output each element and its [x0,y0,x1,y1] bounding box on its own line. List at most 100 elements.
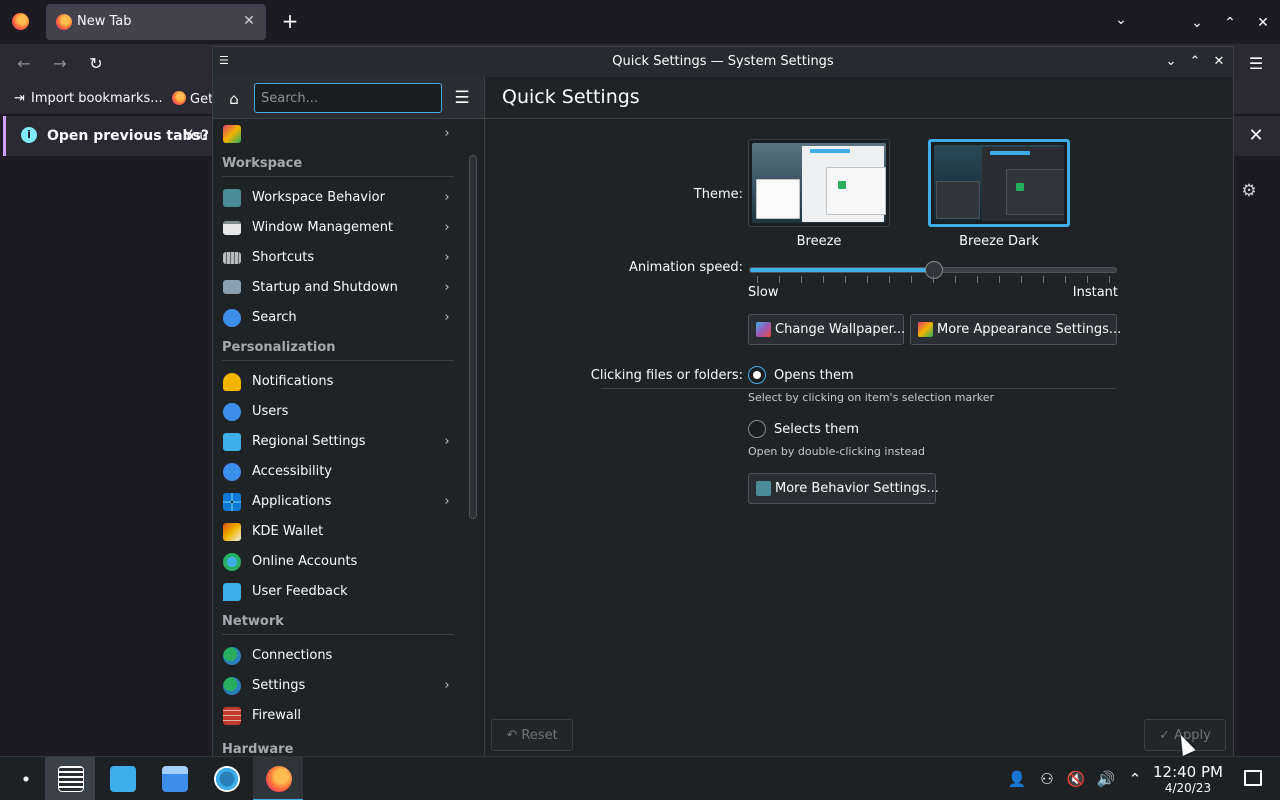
globe-icon [223,647,241,665]
window-close-button[interactable]: ✕ [1209,52,1229,72]
reset-button[interactable]: ↶ Reset [491,719,573,751]
sidebar-item-label: Settings [252,678,306,693]
radio-opens-them[interactable] [748,366,766,384]
task-dolphin[interactable] [149,757,199,800]
clock-date[interactable]: 4/20/23 [1152,781,1224,795]
section-header-hardware: Hardware [222,742,454,757]
sidebar-header: ⌂ ☰ [213,77,484,119]
gear-icon[interactable]: ⚙ [1238,180,1260,202]
browser-minimize-button[interactable]: ⌄ [1186,12,1208,34]
task-discover[interactable] [97,757,147,800]
reload-button[interactable]: ↻ [84,52,108,76]
workspace-behavior-icon [756,481,771,496]
radio-opens-them-hint: Select by clicking on item's selection m… [748,391,994,404]
sidebar-scrollbar[interactable] [469,155,477,519]
sidebar-item-kde-wallet[interactable]: KDE Wallet [215,517,461,547]
browser-menu-button[interactable]: ☰ [1244,52,1268,76]
browser-close-button[interactable]: ✕ [1252,12,1274,34]
speaker-icon[interactable]: 🔊 [1096,769,1116,789]
sidebar-item-window-management[interactable]: Window Management › [215,213,461,243]
search-input[interactable] [254,83,442,113]
more-appearance-label: More Appearance Settings... [937,322,1122,337]
theme-card-breeze-dark[interactable] [928,139,1070,227]
sidebar-item-startup-and-shutdown[interactable]: Startup and Shutdown › [215,273,461,303]
tab-close-icon[interactable]: ✕ [240,12,258,30]
window-title: Quick Settings — System Settings [612,54,834,69]
back-button[interactable]: ← [12,52,36,76]
quick-settings-page: Quick Settings Theme: Breeze Breeze Dark [485,77,1233,757]
more-behavior-settings-button[interactable]: More Behavior Settings... [748,473,939,504]
firefox-logo-icon [12,13,29,30]
sidebar-item-network-settings[interactable]: Settings › [215,671,461,701]
slider-tick [1021,276,1022,283]
user-switch-icon[interactable]: ⚇ [1037,769,1057,789]
user-icon[interactable]: 👤 [1007,769,1027,789]
animation-speed-slider[interactable] [749,261,1117,279]
section-title: Workspace [222,156,303,171]
feedback-icon [223,583,241,601]
slider-tick [977,276,978,283]
sidebar-item-applications[interactable]: Applications › [215,487,461,517]
sidebar-item-accessibility[interactable]: Accessibility [215,457,461,487]
sidebar-item-users[interactable]: Users [215,397,461,427]
sidebar-item-online-accounts[interactable]: Online Accounts [215,547,461,577]
hamburger-menu-button[interactable]: ☰ [451,87,473,109]
notification-close-icon[interactable]: ✕ [1244,124,1268,148]
slider-tick [911,276,912,283]
import-bookmarks-link[interactable]: ⇥ Import bookmarks... [12,91,163,106]
breeze-preview [752,143,886,223]
more-behavior-label: More Behavior Settings... [775,481,939,496]
slider-tick [1043,276,1044,283]
theme-card-breeze[interactable] [748,139,890,227]
sidebar-item-workspace-behavior[interactable]: Workspace Behavior › [215,183,461,213]
show-desktop-icon[interactable] [1244,770,1262,786]
browser-maximize-button[interactable]: ⌃ [1219,12,1241,34]
sidebar-item-regional-settings[interactable]: Regional Settings › [215,427,461,457]
get-started-bookmark[interactable]: Get [172,91,213,107]
clock-time[interactable]: 12:40 PM [1152,763,1224,781]
sidebar-item-label: Firewall [252,708,302,723]
volume-muted-icon[interactable]: 🔇 [1066,769,1086,789]
radio-selects-them[interactable] [748,420,766,438]
workspace-behavior-icon [223,189,241,207]
sidebar-item-label: User Feedback [252,584,348,599]
discover-icon [110,766,136,792]
window-maximize-button[interactable]: ⌃ [1185,52,1205,72]
task-firefox[interactable] [253,757,303,800]
more-appearance-settings-button[interactable]: More Appearance Settings... [910,314,1121,345]
chevron-right-icon: › [444,190,450,205]
radio-opens-them-label[interactable]: Opens them [774,368,854,383]
sidebar-item-connections[interactable]: Connections [215,641,461,671]
browser-tab-new-tab[interactable]: New Tab ✕ [46,4,266,40]
application-launcher-button[interactable] [0,757,50,800]
list-all-tabs-button[interactable]: ⌄ [1110,12,1132,34]
system-settings-window: ☰ Quick Settings — System Settings ⌄ ⌃ ✕… [212,46,1234,757]
home-button[interactable]: ⌂ [223,88,245,110]
window-titlebar[interactable]: ☰ Quick Settings — System Settings ⌄ ⌃ ✕ [213,47,1233,77]
forward-button[interactable]: → [48,52,72,76]
chevron-right-icon: › [444,126,450,141]
window-minimize-button[interactable]: ⌄ [1161,52,1181,72]
sidebar-item-search[interactable]: Search › [215,303,461,333]
sidebar-item-notifications[interactable]: Notifications [215,367,461,397]
applications-icon [223,493,241,511]
radio-selects-them-label[interactable]: Selects them [774,422,859,437]
sidebar-item-label: Shortcuts [252,250,315,265]
slider-tick [801,276,802,283]
sidebar-item-appearance[interactable]: › [215,119,461,149]
task-system-settings[interactable] [45,757,95,800]
page-header: Quick Settings [485,77,1233,119]
section-header-workspace: Workspace [222,156,454,178]
sidebar-item-user-feedback[interactable]: User Feedback [215,577,461,607]
firefox-bookmark-icon [172,91,186,105]
system-settings-task-icon [58,766,84,792]
slider-tick [779,276,780,283]
tray-expand-icon[interactable]: ⌃ [1125,769,1145,789]
sidebar-item-firewall[interactable]: Firewall [215,701,461,731]
sidebar-item-shortcuts[interactable]: Shortcuts › [215,243,461,273]
change-wallpaper-button[interactable]: Change Wallpaper... [748,314,906,345]
new-tab-button[interactable]: + [279,10,301,32]
task-system-settings-app[interactable] [201,757,251,800]
change-wallpaper-label: Change Wallpaper... [775,322,906,337]
chevron-right-icon: › [444,494,450,509]
